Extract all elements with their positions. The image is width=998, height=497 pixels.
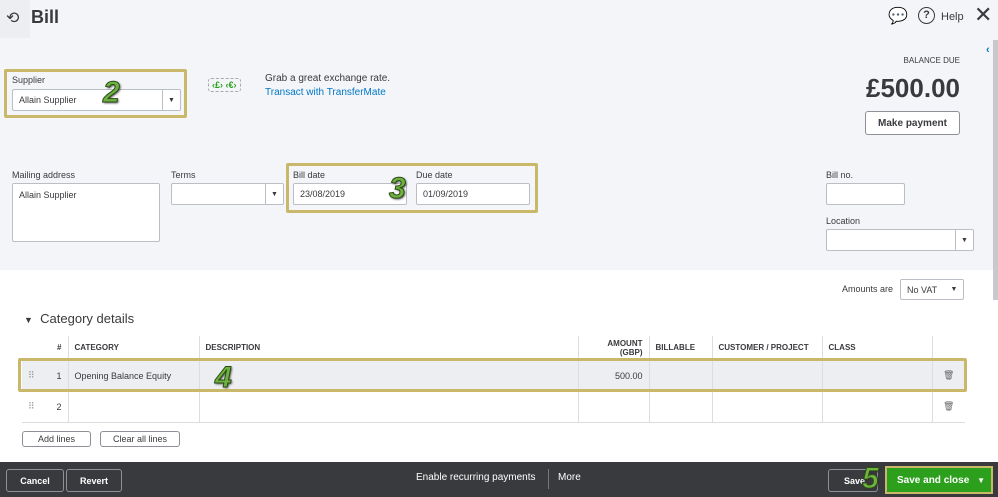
column-header: AMOUNT (GBP)	[578, 336, 650, 360]
column-header: CUSTOMER / PROJECT	[712, 336, 823, 360]
customer-cell[interactable]	[712, 390, 823, 422]
category-details-toggle[interactable]: ▼ Category details	[24, 311, 134, 326]
category-cell[interactable]	[68, 390, 200, 422]
help-icon[interactable]: ?	[918, 7, 935, 24]
billable-cell[interactable]	[649, 390, 713, 422]
chevron-down-icon[interactable]: ▼	[977, 476, 985, 485]
promo-text: Grab a great exchange rate.	[265, 73, 391, 84]
footer-bar: Cancel Revert Enable recurring payments …	[0, 462, 998, 497]
drag-column	[22, 336, 44, 360]
clear-all-lines-button[interactable]: Clear all lines	[100, 431, 180, 447]
trash-icon[interactable]: 🗑	[932, 390, 965, 422]
delete-column	[932, 336, 965, 360]
row-number: 2	[44, 390, 69, 422]
annotation-number: 2	[103, 76, 121, 110]
divider	[548, 469, 549, 489]
annotation-number: 3	[389, 172, 407, 206]
section-title: Category details	[40, 311, 135, 326]
amount-cell[interactable]	[578, 390, 650, 422]
balance-due-label: BALANCE DUE	[903, 56, 960, 65]
collapse-panel-icon[interactable]: ‹	[986, 44, 990, 56]
add-lines-button[interactable]: Add lines	[22, 431, 91, 447]
amounts-are-value: No VAT	[907, 284, 938, 295]
mailing-address-label: Mailing address	[12, 170, 76, 180]
save-and-close-label: Save and close	[897, 474, 970, 486]
highlight-box	[4, 69, 187, 118]
highlight-box	[286, 163, 538, 213]
enable-recurring-link[interactable]: Enable recurring payments	[416, 472, 536, 483]
class-cell[interactable]	[822, 390, 933, 422]
more-link[interactable]: More	[558, 472, 581, 483]
column-header: CATEGORY	[68, 336, 200, 360]
table-header: # CATEGORY DESCRIPTION AMOUNT (GBP) BILL…	[22, 336, 965, 360]
column-header: DESCRIPTION	[199, 336, 579, 360]
cancel-button[interactable]: Cancel	[6, 469, 64, 492]
bill-no-input[interactable]	[826, 183, 905, 205]
balance-due-amount: £500.00	[866, 73, 960, 103]
exchange-icon: ‹£› ‹€›	[208, 78, 241, 92]
annotation-number: 4	[215, 361, 233, 395]
column-header: BILLABLE	[649, 336, 713, 360]
column-header: CLASS	[822, 336, 933, 360]
drag-handle-icon[interactable]: ⠿	[22, 390, 44, 422]
close-icon[interactable]: ✕	[974, 2, 992, 28]
recent-transactions-button[interactable]: ⟲	[0, 0, 30, 38]
location-select[interactable]: ▼	[826, 229, 974, 251]
bill-no-label: Bill no.	[826, 170, 854, 180]
highlight-box	[18, 358, 967, 392]
make-payment-button[interactable]: Make payment	[865, 111, 960, 135]
terms-label: Terms	[171, 170, 196, 180]
chevron-down-icon[interactable]: ▼	[265, 184, 283, 204]
amounts-are-label: Amounts are	[842, 284, 894, 294]
scrollbar[interactable]	[993, 40, 998, 300]
amounts-are-select[interactable]: No VAT ▼	[900, 279, 964, 300]
annotation-number: 5	[862, 462, 880, 496]
transfermate-link[interactable]: Transact with TransferMate	[265, 87, 386, 98]
chevron-down-icon[interactable]: ▼	[955, 230, 973, 250]
history-icon: ⟲	[6, 10, 20, 27]
help-link[interactable]: Help	[941, 11, 964, 23]
table-row[interactable]: ⠿ 2 🗑	[22, 390, 965, 422]
location-label: Location	[826, 216, 861, 226]
chevron-down-icon[interactable]: ▼	[945, 280, 963, 299]
caret-down-icon: ▼	[24, 315, 33, 325]
description-cell[interactable]	[199, 390, 579, 422]
column-header: #	[44, 336, 69, 360]
feedback-icon[interactable]: 💬	[888, 6, 908, 26]
save-and-close-button[interactable]: Save and close ▼	[885, 466, 993, 494]
terms-select[interactable]: ▼	[171, 183, 284, 205]
revert-button[interactable]: Revert	[66, 469, 122, 492]
page-title: Bill	[31, 7, 60, 27]
mailing-address-field[interactable]: Allain Supplier	[12, 183, 160, 242]
